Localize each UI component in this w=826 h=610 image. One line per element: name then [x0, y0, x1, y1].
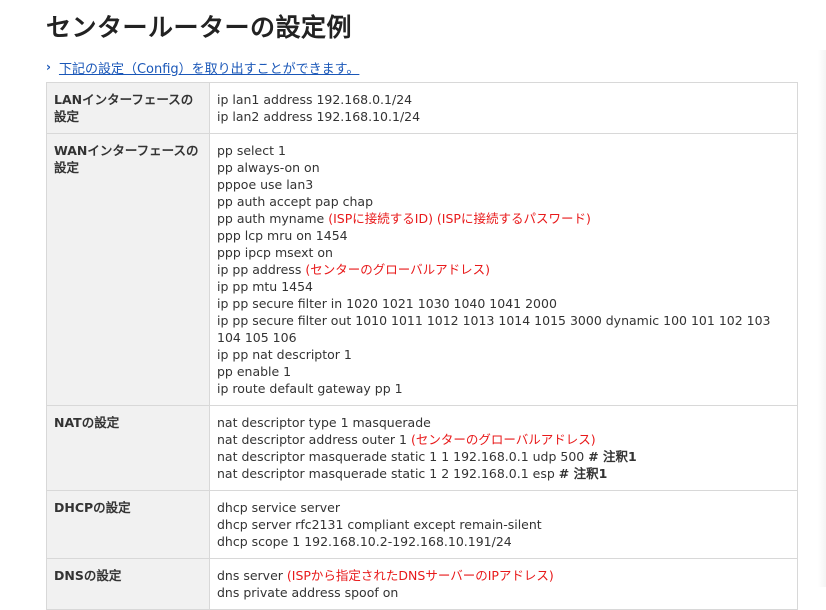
command-line: nat descriptor masquerade static 1 2 192… — [217, 465, 789, 482]
config-download-row: › 下記の設定（Config）を取り出すことができます。 — [46, 58, 359, 77]
command-text: nat descriptor masquerade static 1 2 192… — [217, 466, 559, 481]
command-text: ip lan1 address 192.168.0.1/24 — [217, 92, 413, 107]
command-text: pp enable 1 — [217, 364, 292, 379]
config-row: DHCPの設定 dhcp service server dhcp server rf… — [46, 490, 798, 559]
command-line: ip route default gateway pp 1 — [217, 380, 789, 397]
config-row: LANインターフェースの設定 ip lan1 address 192.168.0.… — [46, 82, 798, 134]
config-row-label: DHCPの設定 — [46, 490, 210, 559]
config-row: WANインターフェースの設定 pp select 1 pp always-on on… — [46, 133, 798, 406]
config-row: NATの設定 nat descriptor type 1 masquerade na… — [46, 405, 798, 491]
command-line: ip pp secure filter in 1020 1021 1030 10… — [217, 295, 789, 312]
page-title: センタールーターの設定例 — [46, 13, 353, 42]
placeholder-note: (センターのグローバルアドレス) — [410, 432, 596, 447]
command-line: ip lan2 address 192.168.10.1/24 — [217, 108, 789, 125]
command-line: dns server (ISPから指定されたDNSサーバーのIPアドレス) — [217, 567, 789, 584]
command-text: ip lan2 address 192.168.10.1/24 — [217, 109, 421, 124]
annotation-ref: # 注釈1 — [558, 466, 608, 481]
command-line: ip lan1 address 192.168.0.1/24 — [217, 91, 789, 108]
command-text: ip pp secure filter in 1020 1021 1030 10… — [217, 296, 557, 311]
config-download-link[interactable]: 下記の設定（Config）を取り出すことができます。 — [59, 58, 359, 77]
config-row-commands: dns server (ISPから指定されたDNSサーバーのIPアドレス) dns… — [209, 558, 798, 610]
config-row-label: DNSの設定 — [46, 558, 210, 610]
command-text: pp always-on on — [217, 160, 320, 175]
config-row-commands: dhcp service server dhcp server rfc2131 c… — [209, 490, 798, 559]
command-text: pp auth myname — [217, 211, 329, 226]
command-text: dhcp service server — [217, 500, 340, 515]
command-text: dhcp server rfc2131 compliant except rem… — [217, 517, 542, 532]
config-row-label: WANインターフェースの設定 — [46, 133, 210, 406]
command-text: ip pp mtu 1454 — [217, 279, 314, 294]
placeholder-note: (ISPに接続するID) (ISPに接続するパスワード) — [328, 211, 591, 226]
command-line: nat descriptor address outer 1 (センターのグロー… — [217, 431, 789, 448]
command-line: pp select 1 — [217, 142, 789, 159]
command-text: dns server — [217, 568, 287, 583]
router-config-table: LANインターフェースの設定 ip lan1 address 192.168.0.… — [46, 82, 798, 610]
command-line: pp always-on on — [217, 159, 789, 176]
config-row-commands: nat descriptor type 1 masquerade nat desc… — [209, 405, 798, 491]
command-line: ppp lcp mru on 1454 — [217, 227, 789, 244]
command-text: ip pp nat descriptor 1 — [217, 347, 352, 362]
config-row-commands: pp select 1 pp always-on on pppoe use lan3… — [209, 133, 798, 406]
command-text: ppp ipcp msext on — [217, 245, 333, 260]
command-text: ip pp address — [217, 262, 306, 277]
config-row-label: LANインターフェースの設定 — [46, 82, 210, 134]
config-row-label: NATの設定 — [46, 405, 210, 491]
command-text: ip route default gateway pp 1 — [217, 381, 403, 396]
command-text: pp select 1 — [217, 143, 286, 158]
command-line: nat descriptor type 1 masquerade — [217, 414, 789, 431]
command-line: dhcp service server — [217, 499, 789, 516]
command-text: nat descriptor masquerade static 1 1 192… — [217, 449, 589, 464]
config-row: DNSの設定 dns server (ISPから指定されたDNSサーバーのIPアド… — [46, 558, 798, 610]
command-line: pp auth accept pap chap — [217, 193, 789, 210]
command-line: ip pp secure filter out 1010 1011 1012 1… — [217, 312, 789, 346]
command-line: ip pp address (センターのグローバルアドレス) — [217, 261, 789, 278]
command-text: pp auth accept pap chap — [217, 194, 374, 209]
command-line: nat descriptor masquerade static 1 1 192… — [217, 448, 789, 465]
placeholder-note: (ISPから指定されたDNSサーバーのIPアドレス) — [286, 568, 554, 583]
command-text: ppp lcp mru on 1454 — [217, 228, 348, 243]
command-text: nat descriptor type 1 masquerade — [217, 415, 431, 430]
command-line: ip pp nat descriptor 1 — [217, 346, 789, 363]
command-text: pppoe use lan3 — [217, 177, 314, 192]
command-text: nat descriptor address outer 1 — [217, 432, 411, 447]
command-text: dhcp scope 1 192.168.10.2-192.168.10.191… — [217, 534, 512, 549]
command-line: dhcp server rfc2131 compliant except rem… — [217, 516, 789, 533]
placeholder-note: (センターのグローバルアドレス) — [305, 262, 490, 277]
command-line: ip pp mtu 1454 — [217, 278, 789, 295]
chevron-right-icon: › — [46, 60, 51, 74]
adjacent-panel-edge — [818, 50, 826, 587]
command-line: dhcp scope 1 192.168.10.2-192.168.10.191… — [217, 533, 789, 550]
command-line: pp auth myname (ISPに接続するID) (ISPに接続するパスワ… — [217, 210, 789, 227]
command-line: pp enable 1 — [217, 363, 789, 380]
annotation-ref: # 注釈1 — [588, 449, 637, 464]
command-text: ip pp secure filter out 1010 1011 1012 1… — [217, 313, 771, 345]
command-text: dns private address spoof on — [217, 585, 399, 600]
command-line: ppp ipcp msext on — [217, 244, 789, 261]
command-line: pppoe use lan3 — [217, 176, 789, 193]
config-row-commands: ip lan1 address 192.168.0.1/24 ip lan2 ad… — [209, 82, 798, 134]
